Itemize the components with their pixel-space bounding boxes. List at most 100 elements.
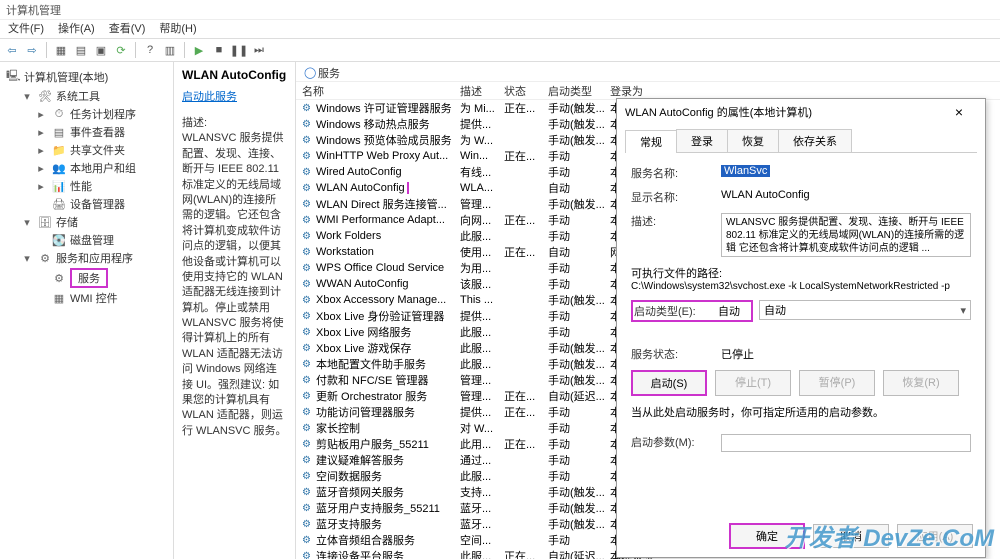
tree-devmgr[interactable]: 🖨设备管理器 [2,195,171,213]
start-service-link[interactable]: 启动此服务 [182,88,237,104]
row-desc: 对 W... [460,420,504,436]
ok-button[interactable]: 确定 [729,523,805,549]
gear-icon: ⚙ [52,272,66,285]
row-desc: 管理... [460,196,504,212]
tab-general[interactable]: 常规 [625,130,677,153]
row-desc: This ... [460,294,504,306]
gear-icon: ⚙ [302,263,316,274]
row-name: Wired AutoConfig [316,166,460,178]
show-hide-icon[interactable]: ▦ [53,42,69,58]
col-status[interactable]: 状态 [504,83,548,99]
row-desc: 此服... [460,548,504,559]
row-name: Windows 许可证管理器服务 [316,100,460,116]
start-button[interactable]: 启动(S) [631,370,707,396]
row-name: WWAN AutoConfig [316,278,460,290]
gear-icon: ⚙ [302,167,316,178]
value-display: WLAN AutoConfig [721,189,971,201]
label-desc: 描述: [631,213,721,229]
refresh-icon[interactable]: ⟳ [113,42,129,58]
row-name: WLAN AutoConfig [316,182,460,194]
tree-diskmgmt[interactable]: 💽磁盘管理 [2,231,171,249]
gear-icon: ⚙ [302,471,316,482]
row-desc: 此服... [460,228,504,244]
tab-deps[interactable]: 依存关系 [778,129,852,152]
row-start: 手动 [548,212,610,228]
row-desc: 为 Mi... [460,100,504,116]
tab-recovery[interactable]: 恢复 [727,129,779,152]
row-desc: 蓝牙... [460,516,504,532]
row-name: 空间数据服务 [316,468,460,484]
row-desc: 该服... [460,276,504,292]
help-icon[interactable]: ? [142,42,158,58]
starttype-combo[interactable]: 自动▾ [759,300,971,320]
export-icon[interactable]: ▣ [93,42,109,58]
row-name: 家长控制 [316,420,460,436]
row-start: 自动(延迟... [548,388,610,404]
play-icon[interactable]: ▶ [191,42,207,58]
row-name: Xbox Live 网络服务 [316,324,460,340]
row-name: 剪贴板用户服务_55211 [316,436,460,452]
gear-icon: ⚙ [302,439,316,450]
gear-icon: ⚙ [302,215,316,226]
service-title: WLAN AutoConfig [182,68,287,82]
row-start: 手动(触发... [548,116,610,132]
close-icon[interactable]: × [941,104,977,120]
row-desc: 此服... [460,356,504,372]
gear-icon: ⚙ [302,519,316,530]
gear-icon: ⚙ [302,311,316,322]
properties-icon[interactable]: ▥ [162,42,178,58]
menu-file[interactable]: 文件(F) [8,20,44,38]
row-name: Xbox Accessory Manage... [316,294,460,306]
panel-icon[interactable]: ▤ [73,42,89,58]
params-input[interactable] [721,434,971,452]
row-status: 正在... [504,388,548,404]
detail-pane: WLAN AutoConfig 启动此服务 描述: WLANSVC 服务提供配置… [174,62,296,559]
row-start: 手动 [548,436,610,452]
tree-systools[interactable]: ▾🛠系统工具 [2,87,171,105]
gear-icon: ⚙ [302,231,316,242]
tree-storage[interactable]: ▾🗄存储 [2,213,171,231]
stop-icon[interactable]: ■ [211,42,227,58]
col-start[interactable]: 启动类型 [548,83,610,99]
tree-services[interactable]: ⚙服务 [2,267,171,289]
tree-users[interactable]: ▸👥本地用户和组 [2,159,171,177]
value-status: 已停止 [721,346,971,362]
gear-icon: ⚙ [302,375,316,386]
apply-button: 应用(A) [897,524,973,548]
tree-wmi[interactable]: ▦WMI 控件 [2,289,171,307]
row-desc: 向网... [460,212,504,228]
gear-icon: ⚙ [302,359,316,370]
gear-icon: ⚙ [302,487,316,498]
menu-help[interactable]: 帮助(H) [159,20,196,38]
restart-icon[interactable]: ⏭ [251,42,267,58]
tab-logon[interactable]: 登录 [676,129,728,152]
row-start: 手动 [548,228,610,244]
tree-shared[interactable]: ▸📁共享文件夹 [2,141,171,159]
storage-icon: 🗄 [38,216,52,229]
row-name: 蓝牙音频网关服务 [316,484,460,500]
row-desc: 管理... [460,388,504,404]
tree-root[interactable]: 🖳计算机管理(本地) [2,66,171,87]
gear-icon: ⚙ [302,151,316,162]
label-svcname: 服务名称: [631,165,721,181]
col-name[interactable]: 名称 [302,83,460,99]
menu-view[interactable]: 查看(V) [109,20,146,38]
row-start: 手动 [548,532,610,548]
window-title: 计算机管理 [0,0,1000,20]
tree-perf[interactable]: ▸📊性能 [2,177,171,195]
nav-fwd-icon[interactable]: ⇨ [24,42,40,58]
tree-scheduler[interactable]: ▸⏱任务计划程序 [2,105,171,123]
nav-back-icon[interactable]: ⇦ [4,42,20,58]
pause-icon[interactable]: ❚❚ [231,42,247,58]
cancel-button[interactable]: 取消 [813,524,889,548]
back-icon[interactable]: ◯ [302,62,318,81]
tree-svcapp[interactable]: ▾⚙服务和应用程序 [2,249,171,267]
row-name: 本地配置文件助手服务 [316,356,460,372]
col-logon[interactable]: 登录为 [610,83,1000,99]
chevron-down-icon: ▾ [960,304,966,317]
tree-eventviewer[interactable]: ▸▤事件查看器 [2,123,171,141]
row-desc: WLA... [460,182,504,194]
separator [135,42,136,58]
col-desc[interactable]: 描述 [460,83,504,99]
menu-action[interactable]: 操作(A) [58,20,95,38]
